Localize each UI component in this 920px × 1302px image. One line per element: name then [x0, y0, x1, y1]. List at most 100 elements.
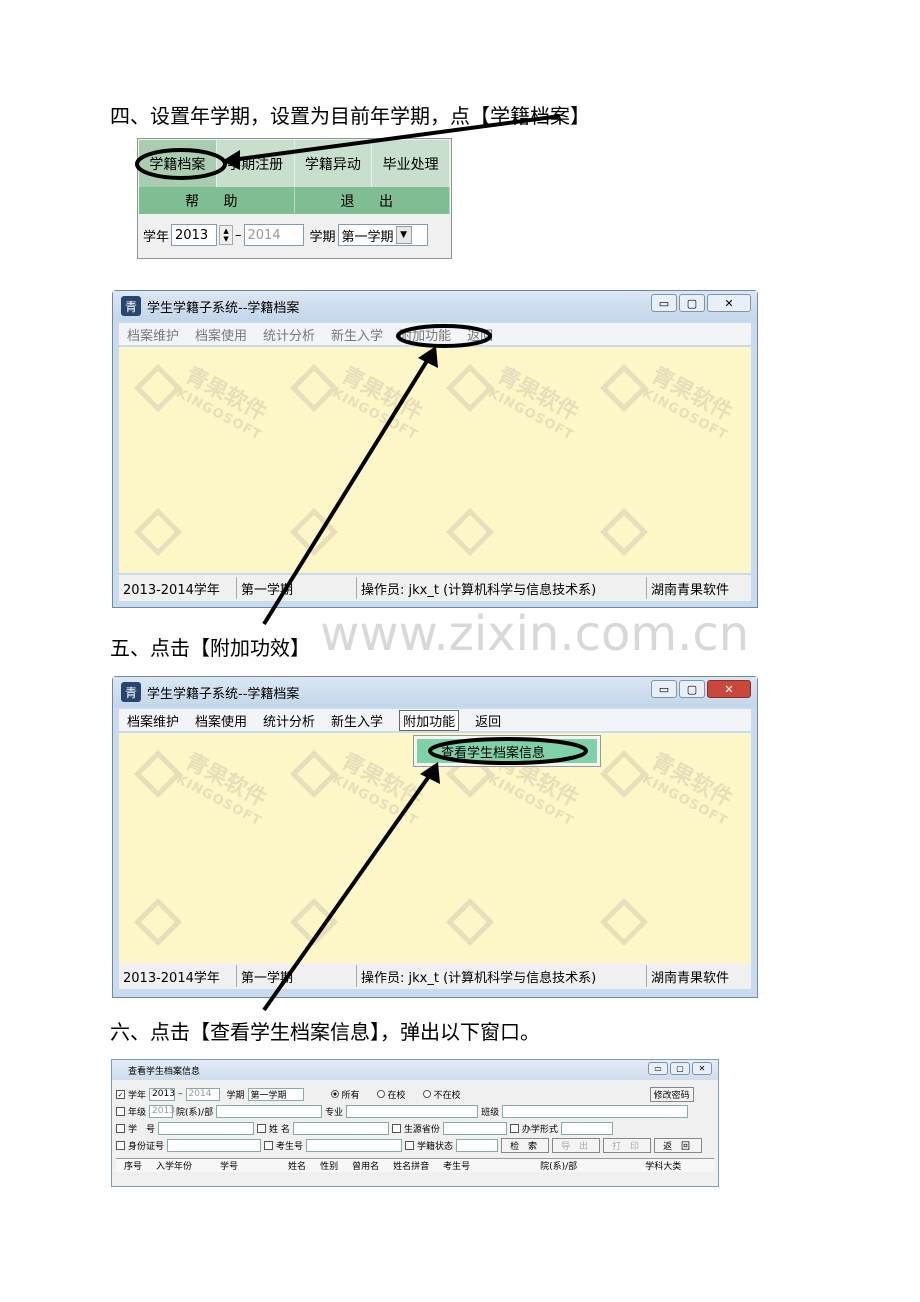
search-button[interactable]: 检 索	[501, 1137, 550, 1153]
province-label: 生源省份	[403, 1124, 440, 1135]
help-button[interactable]: 帮 助	[139, 187, 295, 214]
watermark-logo-icon	[289, 363, 339, 413]
col-name: 姓名	[288, 1162, 307, 1172]
exit-button[interactable]: 退 出	[294, 187, 450, 214]
menu-new-students[interactable]: 新生入学	[331, 325, 383, 344]
student-no-field[interactable]	[158, 1121, 255, 1135]
col-exam-no: 考生号	[443, 1162, 471, 1172]
window-title: 学生学籍子系统--学籍档案	[147, 300, 300, 316]
year-spinner[interactable]: ▲ ▼	[219, 225, 234, 245]
term-select[interactable]: 第一学期	[247, 1087, 304, 1101]
status-bar: 2013-2014学年 第一学期 操作员: jkx_t (计算机科学与信息技术系…	[119, 963, 751, 989]
watermark: 青果软件 KINGOSOFT	[329, 362, 427, 444]
year-start-field[interactable]: 2013	[149, 1087, 176, 1101]
student-no-checkbox[interactable]	[116, 1123, 125, 1133]
col-enroll-year: 入学年份	[156, 1162, 193, 1172]
menu-return[interactable]: 返回	[475, 711, 501, 730]
close-icon[interactable]: ✕	[692, 1062, 712, 1075]
menu-statistics[interactable]: 统计分析	[263, 711, 315, 730]
school-form-select[interactable]	[560, 1121, 613, 1135]
maximize-icon[interactable]: ▢	[679, 680, 705, 698]
window-title: 学生学籍子系统--学籍档案	[147, 686, 300, 702]
menu-additional[interactable]: 附加功能	[399, 709, 460, 731]
change-password-button[interactable]: 修改密码	[649, 1086, 694, 1102]
menu-return[interactable]: 返回	[467, 325, 493, 344]
status-change-button[interactable]: 学籍异动	[294, 140, 373, 187]
title-bar: 青 学生学籍子系统--学籍档案 ▭ ▢ ✕	[113, 291, 757, 321]
name-field[interactable]	[292, 1121, 389, 1135]
major-select[interactable]	[346, 1104, 479, 1118]
radio-out-label: 不在校	[433, 1090, 461, 1101]
status-checkbox[interactable]	[405, 1140, 415, 1150]
term-register-button[interactable]: 学期注册	[216, 140, 295, 187]
exam-no-checkbox[interactable]	[264, 1140, 274, 1150]
class-select[interactable]	[502, 1104, 689, 1118]
watermark-logo-icon	[445, 507, 495, 557]
student-archive-button[interactable]: 学籍档案	[139, 140, 217, 187]
watermark-logo-icon	[133, 507, 183, 557]
step5-heading: 五、点击【附加功效】	[110, 636, 310, 660]
app-logo-icon: 青	[121, 682, 141, 702]
term-label: 学期	[226, 1090, 245, 1101]
watermark: 青果软件 KINGOSOFT	[173, 362, 271, 444]
status-operator: 操作员: jkx_t (计算机科学与信息技术系)	[357, 577, 647, 599]
menu-archive-use[interactable]: 档案使用	[195, 325, 247, 344]
app-logo-icon: 青	[121, 296, 141, 316]
radio-all[interactable]	[330, 1090, 339, 1098]
menu-archive-maintain[interactable]: 档案维护	[127, 711, 179, 730]
menu-statistics[interactable]: 统计分析	[263, 325, 315, 344]
close-icon[interactable]: ✕	[707, 294, 751, 312]
radio-all-label: 所有	[341, 1090, 360, 1101]
watermark: 青果软件 KINGOSOFT	[173, 748, 271, 830]
export-button[interactable]: 导 出	[552, 1137, 601, 1153]
graduation-button[interactable]: 毕业处理	[372, 140, 450, 187]
step6-heading: 六、点击【查看学生档案信息】，弹出以下窗口。	[110, 1020, 540, 1044]
class-label: 班级	[481, 1107, 500, 1118]
title-bar: 青 学生学籍子系统--学籍档案 ▭ ▢ ✕	[113, 677, 757, 707]
status-select[interactable]	[456, 1138, 499, 1152]
name-checkbox[interactable]	[257, 1123, 267, 1133]
year-separator: –	[235, 227, 242, 243]
term-select[interactable]: 第一学期 ▼	[337, 224, 428, 246]
year-end-field: 2014	[185, 1087, 220, 1101]
spin-down-icon: ▼	[223, 235, 229, 243]
status-company: 湖南青果软件	[651, 582, 730, 598]
maximize-icon[interactable]: ▢	[679, 294, 705, 312]
close-icon[interactable]: ✕	[707, 680, 751, 698]
minimize-icon[interactable]: ▭	[648, 1062, 668, 1075]
status-year: 2013-2014学年	[119, 577, 237, 599]
id-field[interactable]	[167, 1138, 262, 1152]
school-form-checkbox[interactable]	[509, 1123, 519, 1133]
province-select[interactable]	[442, 1121, 507, 1135]
maximize-icon[interactable]: ▢	[670, 1062, 690, 1075]
menu-additional[interactable]: 附加功能	[399, 325, 451, 344]
client-area: 青果软件 KINGOSOFT 青果软件 KINGOSOFT 青果软件 KINGOSOF…	[119, 347, 751, 573]
radio-in-label: 在校	[387, 1090, 406, 1101]
menu-archive-maintain[interactable]: 档案维护	[127, 325, 179, 344]
year-checkbox[interactable]: ✓	[116, 1089, 125, 1099]
status-term: 第一学期	[237, 965, 357, 987]
view-student-archive-item[interactable]: 查看学生档案信息	[417, 739, 597, 763]
id-checkbox[interactable]	[116, 1140, 125, 1150]
watermark-logo-icon	[599, 897, 649, 947]
year-start-field[interactable]: 2013	[171, 224, 218, 246]
minimize-icon[interactable]: ▭	[651, 294, 677, 312]
col-former-name: 曾用名	[352, 1162, 380, 1172]
grade-field[interactable]: 2013	[149, 1104, 175, 1118]
name-label: 姓 名	[269, 1124, 290, 1135]
watermark-logo-icon	[599, 507, 649, 557]
back-button[interactable]: 返 回	[654, 1137, 703, 1153]
grade-checkbox[interactable]	[116, 1106, 125, 1116]
col-index: 序号	[124, 1162, 143, 1172]
province-checkbox[interactable]	[391, 1123, 401, 1133]
term-value: 第一学期	[341, 229, 394, 245]
exam-no-field[interactable]	[306, 1138, 403, 1152]
print-button[interactable]: 打 印	[603, 1137, 652, 1153]
minimize-icon[interactable]: ▭	[651, 680, 677, 698]
menu-archive-use[interactable]: 档案使用	[195, 711, 247, 730]
menu-new-students[interactable]: 新生入学	[331, 711, 383, 730]
radio-in-school[interactable]	[376, 1090, 385, 1098]
radio-out-school[interactable]	[422, 1090, 431, 1098]
dept-select[interactable]	[216, 1104, 323, 1118]
watermark: 青果软件 KINGOSOFT	[485, 362, 583, 444]
